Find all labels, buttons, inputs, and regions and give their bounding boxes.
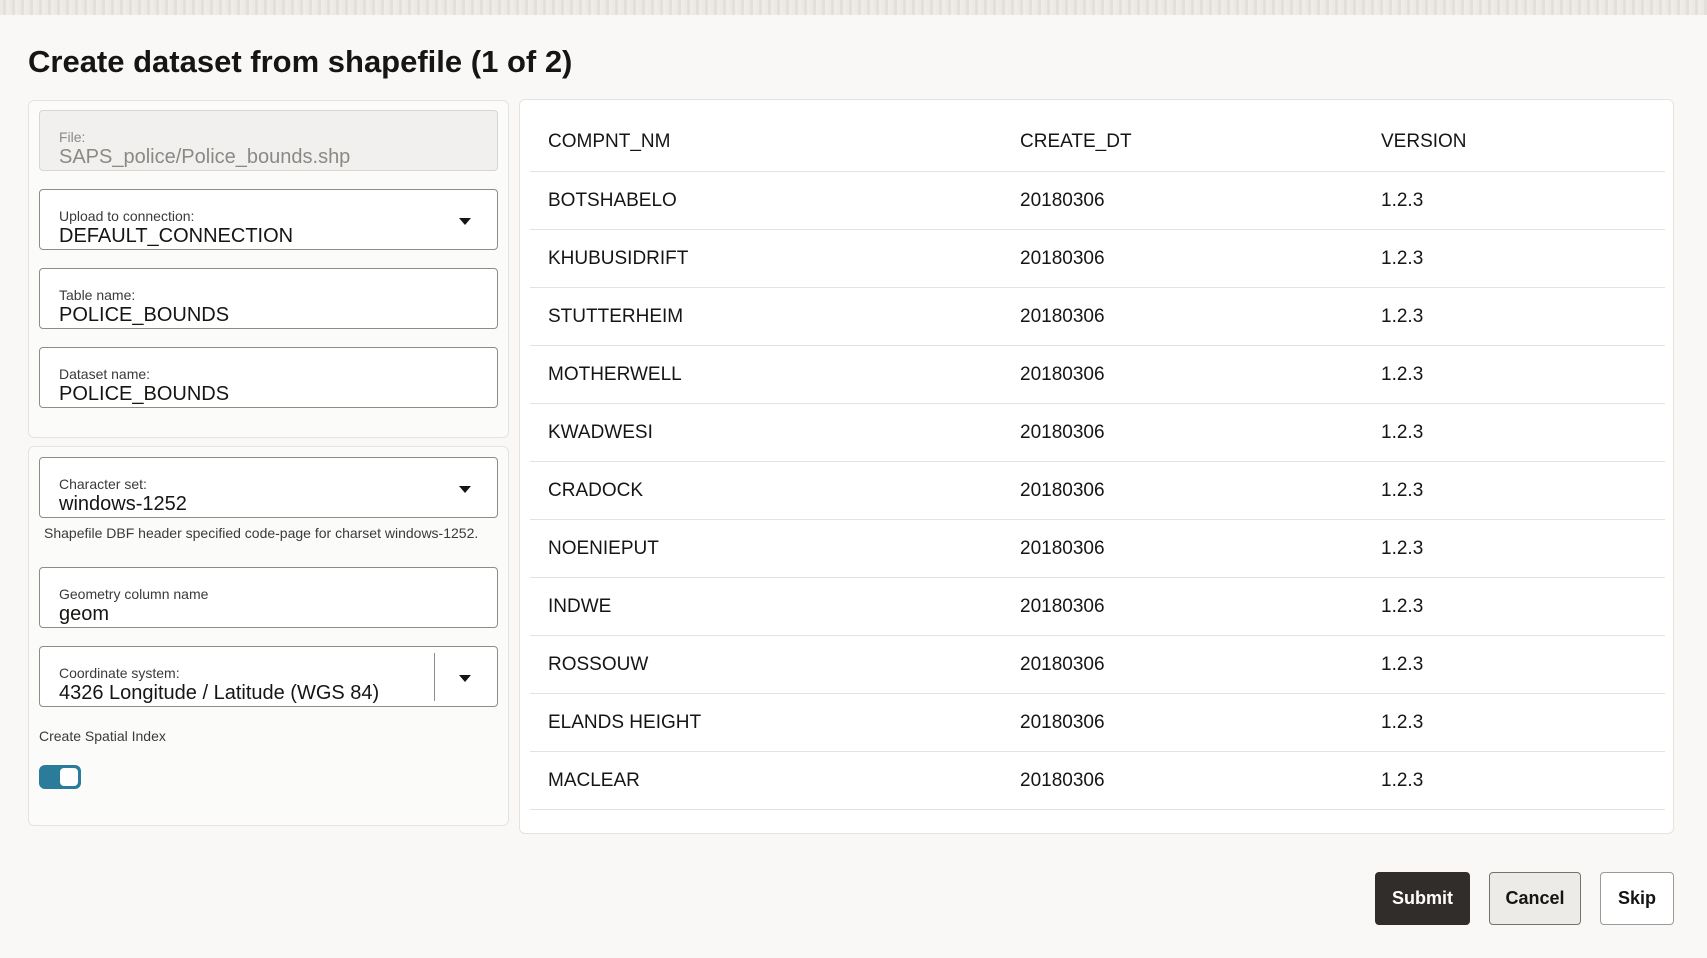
- table-row[interactable]: ROSSOUW 20180306 1.2.3: [530, 635, 1665, 694]
- submit-button[interactable]: Submit: [1375, 872, 1470, 925]
- table-row[interactable]: KWADWESI 20180306 1.2.3: [530, 403, 1665, 462]
- table-cell: MOTHERWELL: [530, 345, 1002, 404]
- table-cell: KWADWESI: [530, 403, 1002, 462]
- table-row[interactable]: BOTSHABELO 20180306 1.2.3: [530, 171, 1665, 230]
- table-cell: 20180306: [1002, 171, 1363, 230]
- table-cell: BOTSHABELO: [530, 171, 1002, 230]
- geometry-column-value[interactable]: geom: [59, 603, 109, 626]
- coordinate-system-label: Coordinate system:: [59, 665, 180, 681]
- table-row[interactable]: STUTTERHEIM 20180306 1.2.3: [530, 287, 1665, 346]
- table-cell: 20180306: [1002, 229, 1363, 288]
- table-cell: 1.2.3: [1363, 287, 1665, 346]
- spatial-index-label: Create Spatial Index: [39, 728, 166, 744]
- chevron-down-icon[interactable]: [459, 675, 471, 682]
- table-cell: 20180306: [1002, 693, 1363, 752]
- dataset-name-label: Dataset name:: [59, 366, 151, 382]
- table-cell: 1.2.3: [1363, 577, 1665, 636]
- table-cell: 20180306: [1002, 461, 1363, 520]
- table-cell: INDWE: [530, 577, 1002, 636]
- file-field: File: SAPS_police/Police_bounds.shp: [39, 110, 498, 171]
- table-row[interactable]: ELANDS HEIGHT 20180306 1.2.3: [530, 693, 1665, 752]
- dialog-title: Create dataset from shapefile (1 of 2): [28, 44, 573, 79]
- table-cell: 20180306: [1002, 345, 1363, 404]
- coordinate-system-select[interactable]: Coordinate system: 4326 Longitude / Lati…: [39, 646, 498, 707]
- spatial-index-toggle[interactable]: [39, 765, 81, 789]
- table-cell: 20180306: [1002, 287, 1363, 346]
- table-cell: STUTTERHEIM: [530, 287, 1002, 346]
- chevron-down-icon[interactable]: [459, 486, 471, 493]
- connection-label: Upload to connection:: [59, 208, 195, 224]
- connection-select[interactable]: Upload to connection: DEFAULT_CONNECTION: [39, 189, 498, 250]
- table-name-input[interactable]: Table name: POLICE_BOUNDS: [39, 268, 498, 329]
- charset-help-text: Shapefile DBF header specified code-page…: [44, 525, 479, 541]
- preview-table: COMPNT_NM CREATE_DT VERSION BOTSHABELO 20…: [530, 113, 1665, 810]
- table-cell: CRADOCK: [530, 461, 1002, 520]
- table-cell: MACLEAR: [530, 751, 1002, 810]
- file-label: File:: [59, 129, 86, 145]
- table-cell: ELANDS HEIGHT: [530, 693, 1002, 752]
- table-row[interactable]: INDWE 20180306 1.2.3: [530, 577, 1665, 636]
- table-row[interactable]: MOTHERWELL 20180306 1.2.3: [530, 345, 1665, 404]
- top-strip: [0, 0, 1707, 15]
- table-cell: ROSSOUW: [530, 635, 1002, 694]
- table-cell: 1.2.3: [1363, 461, 1665, 520]
- table-cell: 1.2.3: [1363, 403, 1665, 462]
- skip-button[interactable]: Skip: [1600, 872, 1674, 925]
- table-cell: 20180306: [1002, 635, 1363, 694]
- preview-table-panel: COMPNT_NM CREATE_DT VERSION BOTSHABELO 20…: [519, 99, 1674, 834]
- charset-value: windows-1252: [59, 493, 187, 515]
- table-header-row: COMPNT_NM CREATE_DT VERSION: [530, 113, 1665, 172]
- geometry-column-input[interactable]: Geometry column name geom: [39, 567, 498, 628]
- table-name-label: Table name:: [59, 287, 136, 303]
- coordinate-system-value[interactable]: 4326 Longitude / Latitude (WGS 84): [59, 682, 379, 705]
- table-cell: KHUBUSIDRIFT: [530, 229, 1002, 288]
- table-cell: 1.2.3: [1363, 693, 1665, 752]
- table-cell: 20180306: [1002, 519, 1363, 578]
- table-cell: 1.2.3: [1363, 171, 1665, 230]
- charset-select[interactable]: Character set: windows-1252: [39, 457, 498, 518]
- geometry-column-label: Geometry column name: [59, 586, 209, 602]
- column-header: VERSION: [1363, 113, 1665, 172]
- toggle-knob: [60, 768, 78, 786]
- table-row[interactable]: NOENIEPUT 20180306 1.2.3: [530, 519, 1665, 578]
- table-body: BOTSHABELO 20180306 1.2.3 KHUBUSIDRIFT 20180…: [530, 171, 1665, 810]
- geometry-options-panel: Character set: windows-1252 Shapefile DB…: [28, 446, 509, 826]
- table-row[interactable]: MACLEAR 20180306 1.2.3: [530, 751, 1665, 810]
- select-divider: [434, 653, 435, 701]
- charset-label: Character set:: [59, 476, 147, 492]
- table-cell: NOENIEPUT: [530, 519, 1002, 578]
- table-cell: 1.2.3: [1363, 229, 1665, 288]
- table-cell: 20180306: [1002, 577, 1363, 636]
- table-cell: 20180306: [1002, 403, 1363, 462]
- connection-value: DEFAULT_CONNECTION: [59, 225, 294, 247]
- column-header: CREATE_DT: [1002, 113, 1363, 172]
- table-row[interactable]: KHUBUSIDRIFT 20180306 1.2.3: [530, 229, 1665, 288]
- dataset-target-panel: File: SAPS_police/Police_bounds.shp Uplo…: [28, 100, 509, 438]
- table-cell: 1.2.3: [1363, 635, 1665, 694]
- dataset-name-value[interactable]: POLICE_BOUNDS: [59, 383, 229, 406]
- chevron-down-icon[interactable]: [459, 218, 471, 225]
- table-row[interactable]: CRADOCK 20180306 1.2.3: [530, 461, 1665, 520]
- cancel-button[interactable]: Cancel: [1489, 872, 1581, 925]
- table-cell: 1.2.3: [1363, 519, 1665, 578]
- table-name-value[interactable]: POLICE_BOUNDS: [59, 304, 229, 327]
- table-cell: 20180306: [1002, 751, 1363, 810]
- table-cell: 1.2.3: [1363, 751, 1665, 810]
- column-header: COMPNT_NM: [530, 113, 1002, 172]
- dataset-name-input[interactable]: Dataset name: POLICE_BOUNDS: [39, 347, 498, 408]
- table-cell: 1.2.3: [1363, 345, 1665, 404]
- file-value: SAPS_police/Police_bounds.shp: [59, 146, 351, 168]
